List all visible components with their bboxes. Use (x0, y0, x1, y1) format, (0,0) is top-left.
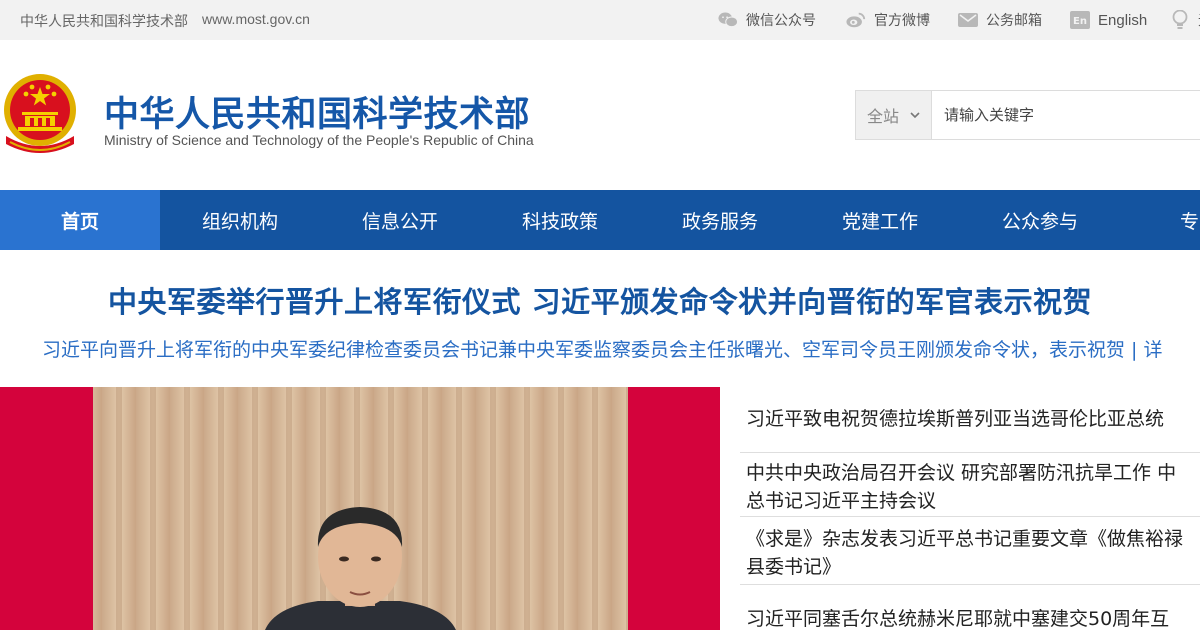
accessibility-link[interactable]: 无 (1170, 10, 1200, 30)
mail-icon (958, 10, 978, 30)
search-box: 全站 (855, 90, 1200, 140)
english-label: English (1098, 11, 1148, 29)
news-item[interactable]: 中共中央政治局召开会议 研究部署防汛抗旱工作 中 总书记习近平主持会议 (740, 459, 1200, 517)
mail-label: 公务邮箱 (986, 13, 1042, 29)
weibo-label: 官方微博 (874, 13, 930, 29)
top-utility-bar: 中华人民共和国科学技术部 www.most.gov.cn 微信公众号 官方微博 … (0, 0, 1200, 40)
nav-item-public-participation[interactable]: 公众参与 (960, 190, 1120, 250)
wechat-link[interactable]: 微信公众号 (718, 10, 816, 30)
news-item[interactable]: 习近平致电祝贺德拉埃斯普列亚当选哥伦比亚总统 (740, 405, 1200, 453)
headline-summary[interactable]: 习近平向晋升上将军衔的中央军委纪律检查委员会书记兼中央军委监察委员会主任张曙光、… (42, 335, 1200, 362)
news-item-title: 习近平同塞舌尔总统赫米尼耶就中塞建交50周年互 (746, 608, 1170, 630)
news-list: 习近平致电祝贺德拉埃斯普列亚当选哥伦比亚总统 中共中央政治局召开会议 研究部署防… (740, 387, 1200, 630)
search-scope-label: 全站 (867, 107, 900, 126)
nav-item-information-disclosure[interactable]: 信息公开 (320, 190, 480, 250)
news-item-title-cont: 总书记习近平主持会议 (746, 490, 937, 512)
nav-item-organization[interactable]: 组织机构 (160, 190, 320, 250)
weibo-icon (846, 10, 866, 30)
site-subtitle-en: Ministry of Science and Technology of th… (104, 132, 534, 148)
news-item-title-cont: 县委书记》 (746, 556, 842, 578)
nav-item-party-building[interactable]: 党建工作 (800, 190, 960, 250)
news-item-title: 习近平致电祝贺德拉埃斯普列亚当选哥伦比亚总统 (746, 408, 1165, 430)
chevron-down-icon (909, 109, 921, 121)
nav-item-policy[interactable]: 科技政策 (480, 190, 640, 250)
english-link[interactable]: En English (1070, 10, 1147, 30)
site-title[interactable]: 中华人民共和国科学技术部 (104, 86, 530, 137)
search-scope-select[interactable]: 全站 (856, 91, 932, 139)
svg-text:En: En (1073, 16, 1087, 27)
national-emblem-logo[interactable] (2, 70, 78, 160)
mail-link[interactable]: 公务邮箱 (958, 10, 1042, 30)
nav-item-services[interactable]: 政务服务 (640, 190, 800, 250)
wechat-label: 微信公众号 (746, 13, 816, 29)
nav-item-home[interactable]: 首页 (0, 190, 160, 250)
news-item[interactable]: 《求是》杂志发表习近平总书记重要文章《做焦裕禄 县委书记》 (740, 525, 1200, 585)
wechat-icon (718, 10, 738, 30)
site-url[interactable]: www.most.gov.cn (202, 11, 310, 27)
main-nav: 首页 组织机构 信息公开 科技政策 政务服务 党建工作 公众参与 专 (0, 190, 1200, 250)
search-input[interactable] (944, 103, 1184, 127)
nav-item-special[interactable]: 专 (1120, 190, 1200, 250)
news-item-title: 中共中央政治局召开会议 研究部署防汛抗旱工作 中 (746, 462, 1177, 484)
weibo-link[interactable]: 官方微博 (846, 10, 930, 30)
headline-title[interactable]: 中央军委举行晋升上将军衔仪式 习近平颁发命令状并向晋衔的军官表示祝贺 (108, 279, 1092, 321)
news-item-title: 《求是》杂志发表习近平总书记重要文章《做焦裕禄 (746, 528, 1184, 550)
news-item[interactable]: 习近平同塞舌尔总统赫米尼耶就中塞建交50周年互 (740, 605, 1200, 630)
lightbulb-icon (1170, 10, 1190, 30)
english-icon: En (1070, 10, 1090, 30)
site-name: 中华人民共和国科学技术部 (20, 14, 188, 30)
featured-photo[interactable] (0, 387, 720, 630)
